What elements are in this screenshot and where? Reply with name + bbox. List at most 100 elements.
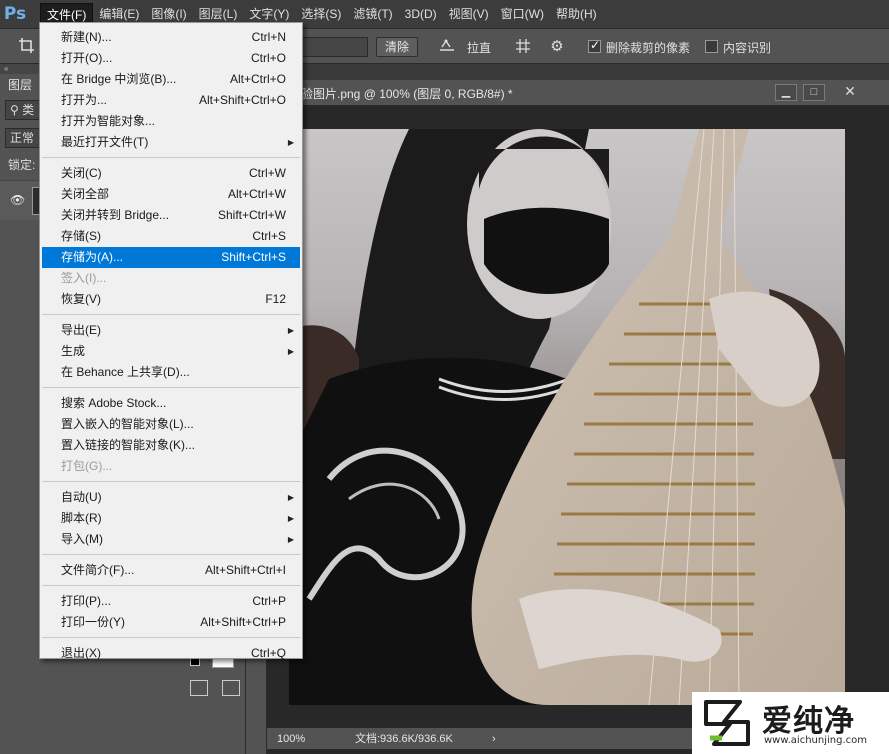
document-titlebar[interactable]: 验图片.png @ 100% (图层 0, RGB/8#) * ▁ □ ✕: [267, 80, 889, 106]
menu-item-shortcut: Alt+Ctrl+W: [227, 187, 286, 201]
file-menu-item[interactable]: 在 Bridge 中浏览(B)... Alt+Ctrl+O: [42, 69, 300, 90]
menu-item-shortcut: F12: [265, 292, 286, 306]
maximize-button[interactable]: □: [803, 84, 825, 101]
quick-mask-icon[interactable]: [190, 680, 208, 696]
menu-item-label: 签入(I)...: [61, 271, 107, 285]
chevron-right-icon[interactable]: ›: [492, 731, 496, 747]
menu-item-label: 在 Behance 上共享(D)...: [61, 365, 190, 379]
file-menu-item[interactable]: 导出(E) ▶: [42, 320, 300, 341]
submenu-arrow-icon: ▶: [287, 138, 294, 147]
menu-item-label: 存储(S): [61, 229, 101, 243]
menu-item-8[interactable]: 视图(V): [443, 3, 495, 25]
canvas-image: [289, 129, 845, 705]
file-menu-item[interactable]: 最近打开文件(T) ▶: [42, 132, 300, 153]
menu-separator: [42, 554, 300, 555]
file-menu-item[interactable]: 关闭并转到 Bridge... Shift+Ctrl+W: [42, 205, 300, 226]
file-menu-item[interactable]: 存储为(A)... Shift+Ctrl+S: [42, 247, 300, 268]
lock-label: 锁定:: [8, 158, 36, 172]
file-menu-item[interactable]: 关闭(C) Ctrl+W: [42, 163, 300, 184]
file-menu-item[interactable]: 新建(N)... Ctrl+N: [42, 27, 300, 48]
menu-item-6[interactable]: 滤镜(T): [347, 3, 398, 25]
menu-item-label: 脚本(R): [61, 511, 102, 525]
file-menu-dropdown: 新建(N)... Ctrl+N 打开(O)... Ctrl+O 在 Bridge 中浏览…: [39, 22, 303, 660]
menu-item-label: 置入链接的智能对象(K)...: [61, 438, 195, 452]
grid-overlay-icon[interactable]: [512, 37, 534, 57]
file-menu-item[interactable]: 存储(S) Ctrl+S: [42, 226, 300, 247]
submenu-arrow-icon: ▶: [287, 535, 294, 544]
eye-icon[interactable]: 👁: [10, 193, 25, 207]
menu-item-5[interactable]: 选择(S): [295, 3, 347, 25]
submenu-arrow-icon: ▶: [287, 493, 294, 502]
crop-tool-icon[interactable]: [16, 37, 38, 57]
menu-item-label: 关闭并转到 Bridge...: [61, 208, 170, 222]
menu-separator: [42, 387, 300, 388]
zoom-level[interactable]: 100%: [277, 731, 317, 747]
menu-item-label: 退出(X): [61, 646, 101, 660]
minimize-button[interactable]: ▁: [775, 84, 797, 101]
close-icon[interactable]: ✕: [839, 84, 861, 101]
file-menu-item[interactable]: 恢复(V) F12: [42, 289, 300, 310]
file-menu-item[interactable]: 脚本(R) ▶: [42, 508, 300, 529]
menu-item-10[interactable]: 帮助(H): [550, 3, 603, 25]
menu-item-shortcut: Alt+Shift+Ctrl+I: [204, 563, 286, 577]
menu-item-9[interactable]: 窗口(W): [495, 3, 550, 25]
file-menu-item[interactable]: 导入(M) ▶: [42, 529, 300, 550]
file-menu-item[interactable]: 自动(U) ▶: [42, 487, 300, 508]
menu-item-label: 文件简介(F)...: [61, 563, 135, 577]
menu-item-label: 关闭(C): [61, 166, 102, 180]
file-menu-item[interactable]: 文件简介(F)... Alt+Shift+Ctrl+I: [42, 560, 300, 581]
menu-item-shortcut: Alt+Shift+Ctrl+P: [200, 615, 286, 629]
menu-item-label: 打开为...: [61, 93, 108, 107]
menu-item-label: 打开为智能对象...: [61, 114, 156, 128]
file-menu-item[interactable]: 打开为智能对象...: [42, 111, 300, 132]
menu-item-label: 关闭全部: [61, 187, 110, 201]
file-menu-item[interactable]: 置入链接的智能对象(K)...: [42, 435, 300, 456]
menu-item-shortcut: Ctrl+N: [251, 30, 286, 44]
content-aware-checkbox[interactable]: [705, 40, 718, 53]
menu-item-label: 搜索 Adobe Stock...: [61, 396, 167, 410]
watermark: 爱纯净 www.aichunjing.com: [692, 692, 889, 754]
document-title: 验图片.png @ 100% (图层 0, RGB/8#) *: [301, 87, 513, 101]
canvas-area[interactable]: [267, 107, 889, 727]
file-menu-item[interactable]: 打开(O)... Ctrl+O: [42, 48, 300, 69]
crop-ratio-input[interactable]: [300, 37, 368, 57]
file-menu-item[interactable]: 打开为... Alt+Shift+Ctrl+O: [42, 90, 300, 111]
delete-cropped-checkbox[interactable]: [588, 38, 601, 53]
menu-item-label: 自动(U): [61, 490, 102, 504]
file-menu-item[interactable]: 退出(X) Ctrl+Q: [42, 643, 300, 664]
file-menu-item[interactable]: 搜索 Adobe Stock...: [42, 393, 300, 414]
file-menu-item: 打包(G)...: [42, 456, 300, 477]
menu-item-shortcut: Ctrl+W: [249, 166, 286, 180]
file-menu-item[interactable]: 置入嵌入的智能对象(L)...: [42, 414, 300, 435]
clear-button[interactable]: 清除: [376, 37, 419, 57]
straighten-label[interactable]: 拉直: [467, 39, 491, 56]
watermark-url: www.aichunjing.com: [764, 735, 867, 746]
gear-icon[interactable]: ⚙: [546, 37, 568, 57]
menu-item-7[interactable]: 3D(D): [399, 3, 443, 25]
photoshop-logo: Ps: [3, 4, 27, 24]
menu-separator: [42, 481, 300, 482]
submenu-arrow-icon: ▶: [287, 326, 294, 335]
menu-item-shortcut: Alt+Shift+Ctrl+O: [198, 93, 286, 107]
file-menu-item: 签入(I)...: [42, 268, 300, 289]
menu-item-shortcut: Ctrl+Q: [250, 646, 286, 660]
file-menu-item[interactable]: 关闭全部 Alt+Ctrl+W: [42, 184, 300, 205]
menu-item-label: 打印一份(Y): [61, 615, 125, 629]
delete-cropped-label: 删除裁剪的像素: [606, 41, 691, 55]
menu-item-shortcut: Shift+Ctrl+W: [217, 208, 286, 222]
tab-layers[interactable]: 图层: [0, 74, 40, 96]
layer-filter-kind: 类: [22, 103, 35, 117]
file-menu-item[interactable]: 生成 ▶: [42, 341, 300, 362]
file-menu-item[interactable]: 打印一份(Y) Alt+Shift+Ctrl+P: [42, 612, 300, 633]
menu-item-label: 打包(G)...: [61, 459, 113, 473]
screen-mode-icon[interactable]: [222, 680, 240, 696]
menu-item-label: 打开(O)...: [61, 51, 113, 65]
submenu-arrow-icon: ▶: [287, 347, 294, 356]
file-menu-item[interactable]: 在 Behance 上共享(D)...: [42, 362, 300, 383]
menu-item-label: 最近打开文件(T): [61, 135, 149, 149]
menu-item-label: 在 Bridge 中浏览(B)...: [61, 72, 177, 86]
menu-item-label: 恢复(V): [61, 292, 101, 306]
search-icon: ⚲: [10, 103, 19, 117]
straighten-icon[interactable]: [436, 37, 458, 57]
file-menu-item[interactable]: 打印(P)... Ctrl+P: [42, 591, 300, 612]
